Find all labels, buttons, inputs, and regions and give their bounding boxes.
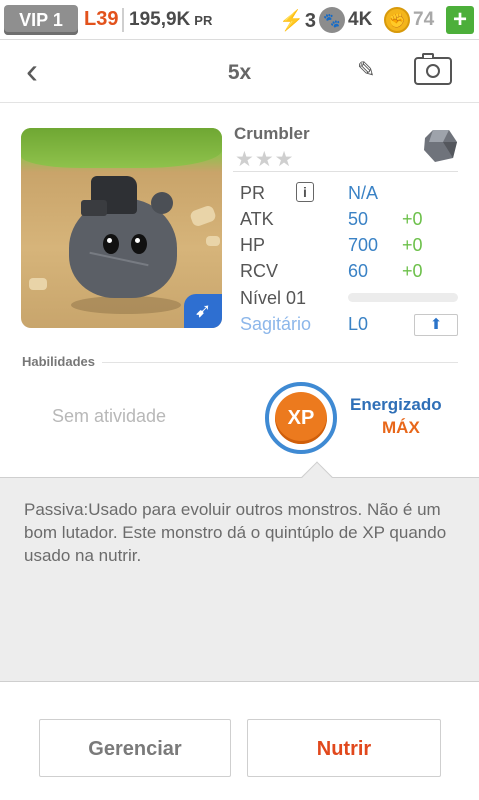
monster-rock-hat — [81, 200, 107, 216]
sign-label[interactable]: Sagitário — [240, 314, 311, 335]
status-bar: VIP 1 L39 195,9K PR ⚡3 🐾 4K ✊ 74 + — [0, 0, 479, 40]
abilities-heading: Habilidades — [22, 354, 95, 369]
coin-icon: ✊ — [384, 7, 410, 33]
coin-value: 74 — [413, 9, 435, 30]
camera-lens — [426, 64, 440, 78]
stat-atk-label: ATK — [240, 209, 274, 229]
monster-shadow — [71, 296, 181, 314]
boost-level: MÁX — [382, 418, 420, 437]
info-divider — [233, 171, 458, 172]
stat-hp-value: 700 — [348, 235, 379, 255]
portrait-grass — [21, 128, 222, 168]
portrait-stone — [188, 204, 218, 228]
stat-rcv-value: 60 — [348, 261, 369, 281]
monster-eye — [131, 234, 147, 254]
camera-icon[interactable] — [414, 53, 452, 85]
add-coins-button[interactable]: + — [446, 6, 474, 34]
stat-rcv-bonus: +0 — [402, 261, 423, 281]
description-text: Passiva:Usado para evoluir outros monstr… — [24, 500, 447, 565]
feed-button[interactable]: Nutrir — [247, 719, 441, 777]
sign-level: L0 — [348, 314, 369, 334]
power-total: 195,9K PR — [129, 9, 212, 31]
status-separator — [122, 8, 124, 32]
page-title: 5x — [227, 61, 252, 84]
monster-ear — [151, 192, 173, 214]
energy-counter: ⚡3 — [279, 8, 316, 33]
page-header: ‹ 5x ✎ — [0, 41, 479, 103]
level-progress-bar — [348, 293, 458, 302]
edit-pencil-icon[interactable]: ✎ — [357, 57, 375, 83]
xp-boost-icon[interactable]: XP — [265, 382, 337, 454]
stat-pr-value: N/A — [348, 183, 379, 203]
info-icon[interactable]: i — [296, 182, 314, 202]
up-arrow-icon: ⬆ — [429, 316, 443, 333]
stat-rcv-label: RCV — [240, 261, 279, 281]
stat-atk-value: 50 — [348, 209, 369, 229]
player-level: L39 — [84, 8, 119, 30]
power-total-unit: PR — [194, 13, 213, 28]
power-total-value: 195,9K — [129, 9, 191, 30]
paw-value: 4K — [348, 9, 373, 30]
stat-hp-label: HP — [240, 235, 266, 255]
portrait-stone — [29, 278, 47, 290]
stone-element-icon — [424, 130, 457, 162]
lightning-icon: ⚡ — [279, 10, 304, 32]
sign-upgrade-button[interactable]: ⬆ — [414, 314, 458, 336]
energy-value: 3 — [304, 10, 317, 32]
monster-name: Crumbler — [234, 124, 310, 143]
monster-portrait[interactable]: ➹ — [21, 128, 222, 328]
boost-title: Energizado — [350, 395, 442, 414]
vip-badge[interactable]: VIP 1 — [4, 5, 78, 35]
abilities-divider — [102, 362, 458, 363]
camera-bump — [422, 53, 434, 58]
monster-eye — [103, 234, 119, 254]
paw-icon: 🐾 — [319, 7, 345, 33]
manage-button[interactable]: Gerenciar — [39, 719, 231, 777]
portrait-stone — [206, 236, 220, 246]
rarity-stars: ★★★ — [235, 148, 295, 171]
stat-pr-label: PR — [240, 183, 266, 203]
stat-atk-bonus: +0 — [402, 209, 423, 229]
sagittarius-arrow-icon: ➹ — [184, 294, 222, 328]
level-label: Nível 01 — [240, 288, 307, 308]
xp-icon-label: XP — [275, 392, 327, 444]
no-activity-text: Sem atividade — [52, 406, 167, 426]
stat-hp-bonus: +0 — [402, 235, 423, 255]
